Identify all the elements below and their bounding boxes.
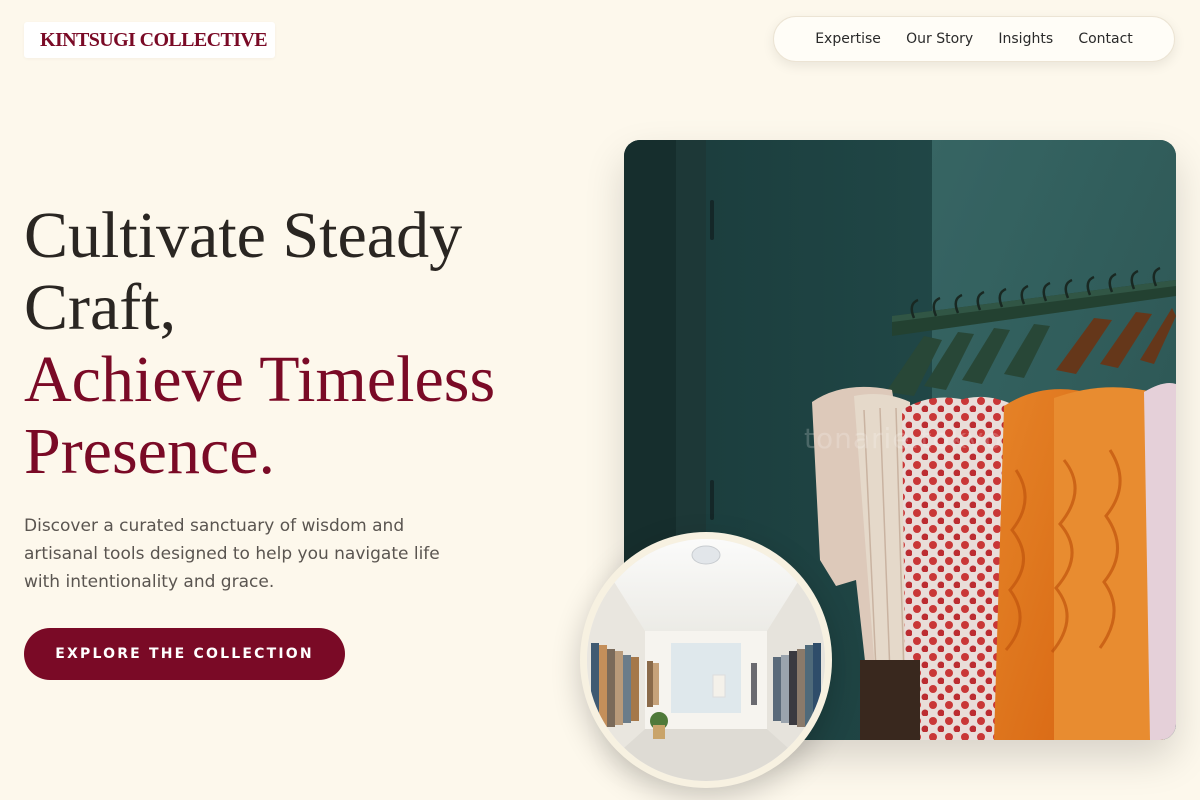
nav-item-insights[interactable]: Insights: [998, 27, 1053, 51]
brand-logo[interactable]: KINTSUGI COLLECTIVE: [24, 22, 275, 58]
headline-line-1: Cultivate Steady: [24, 199, 463, 272]
hero-circle-photo: [580, 532, 832, 788]
nav-item-contact[interactable]: Contact: [1078, 27, 1132, 51]
headline-accent-line-2: Presence.: [24, 415, 276, 488]
brand-name: KINTSUGI COLLECTIVE: [40, 28, 268, 51]
headline-accent-line-1: Achieve Timeless: [24, 343, 496, 416]
photo-watermark: tonarie.tokyo: [804, 422, 1003, 455]
hero-headline: Cultivate Steady Craft, Achieve Timeless…: [24, 200, 584, 488]
headline-line-2: Craft,: [24, 271, 177, 344]
hero-description: Discover a curated sanctuary of wisdom a…: [24, 516, 440, 592]
explore-collection-button[interactable]: EXPLORE THE COLLECTION: [24, 628, 345, 680]
nav-item-expertise[interactable]: Expertise: [815, 27, 881, 51]
nav-item-our-story[interactable]: Our Story: [906, 27, 973, 51]
boutique-interior-illustration: [587, 539, 825, 781]
main-nav: Expertise Our Story Insights Contact: [773, 16, 1175, 62]
